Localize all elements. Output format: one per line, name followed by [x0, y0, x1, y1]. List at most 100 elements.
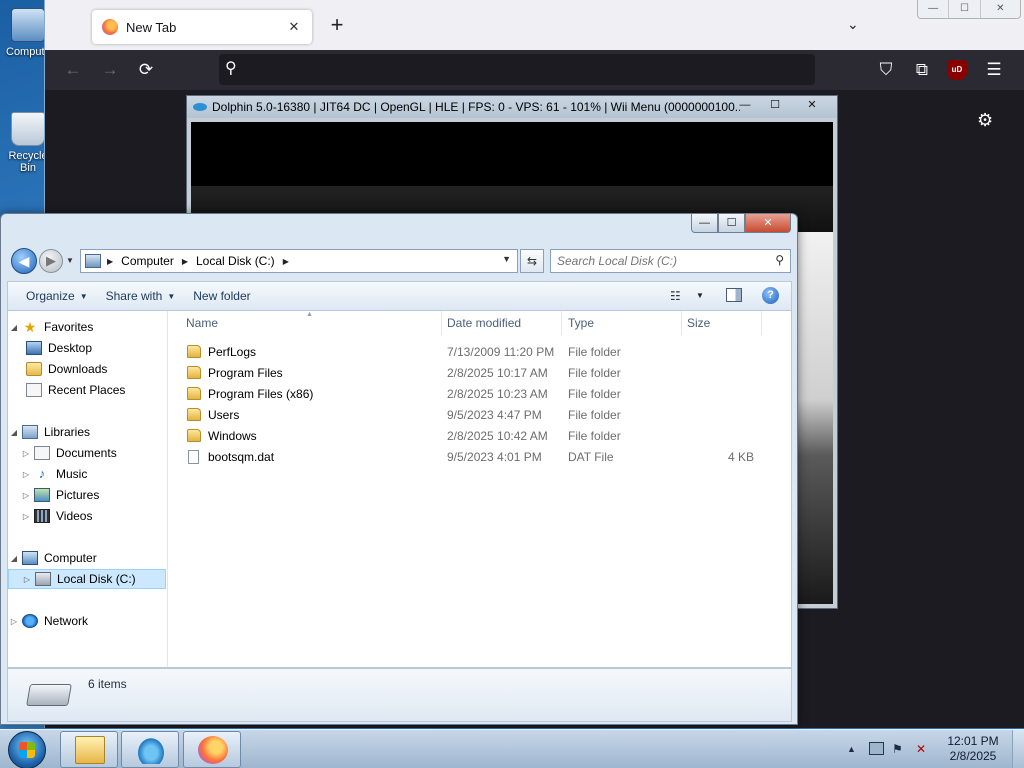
nav-desktop[interactable]: Desktop [8, 338, 166, 358]
file-list[interactable]: ▲ Name Date modified Type Size PerfLogs … [168, 311, 791, 667]
column-divider[interactable] [761, 311, 762, 335]
back-arrow-icon[interactable]: ← [61, 59, 85, 81]
close-button[interactable]: ✕ [790, 97, 834, 114]
expanded-arrow-icon[interactable]: ◢ [8, 323, 20, 332]
column-divider[interactable] [681, 311, 682, 335]
search-box[interactable]: ⚲ [550, 249, 791, 273]
start-button[interactable] [8, 731, 46, 768]
file-row[interactable]: PerfLogs 7/13/2009 11:20 PM File folder [182, 342, 782, 363]
breadcrumb-local-disk[interactable]: Local Disk (C:) [196, 254, 275, 268]
collapsed-arrow-icon[interactable]: ▷ [20, 449, 32, 458]
address-bar[interactable]: ▶ Computer ▶ Local Disk (C:) ▶ ▼ [80, 249, 518, 273]
breadcrumb-separator-icon[interactable]: ▶ [283, 257, 289, 266]
forward-button[interactable]: ▶ [39, 249, 63, 273]
new-tab-button[interactable]: + [325, 14, 349, 38]
nav-music[interactable]: ▷ ♪ Music [8, 464, 166, 484]
collapsed-arrow-icon[interactable]: ▷ [20, 512, 32, 521]
taskbar-dolphin-button[interactable] [121, 731, 179, 768]
help-icon[interactable]: ? [762, 287, 779, 304]
nav-videos[interactable]: ▷ Videos [8, 506, 166, 526]
nav-local-disk-c[interactable]: ▷ Local Disk (C:) [8, 569, 166, 589]
column-header-size[interactable]: Size [687, 316, 710, 330]
file-date: 2/8/2025 10:23 AM [447, 387, 548, 401]
nav-favorites[interactable]: ◢ ★ Favorites [8, 317, 166, 337]
navigation-pane[interactable]: ◢ ★ Favorites Desktop Downloads Recent P… [8, 311, 168, 667]
file-type: File folder [568, 387, 621, 401]
file-row[interactable]: Program Files 2/8/2025 10:17 AM File fol… [182, 363, 782, 384]
volume-muted-icon[interactable]: ✕ [916, 742, 926, 756]
change-view-icon[interactable]: ☷ [670, 289, 681, 303]
clock-time: 12:01 PM [947, 734, 999, 748]
expanded-arrow-icon[interactable]: ◢ [8, 554, 20, 563]
clock[interactable]: 12:01 PM 2/8/2025 [944, 734, 1002, 764]
local-disk-icon [35, 572, 51, 586]
chevron-down-icon[interactable]: ▼ [696, 291, 704, 300]
nav-computer[interactable]: ◢ Computer [8, 548, 166, 568]
address-dropdown-icon[interactable]: ▼ [502, 254, 511, 264]
breadcrumb-computer[interactable]: Computer [121, 254, 174, 268]
minimize-button[interactable]: — [730, 97, 760, 114]
file-row[interactable]: Users 9/5/2023 4:47 PM File folder [182, 405, 782, 426]
nav-documents[interactable]: ▷ Documents [8, 443, 166, 463]
organize-label: Organize [26, 289, 75, 303]
maximize-button[interactable]: ☐ [760, 97, 790, 114]
folder-icon [187, 366, 201, 379]
column-header-name[interactable]: Name [186, 316, 218, 330]
collapsed-arrow-icon[interactable]: ▷ [20, 470, 32, 479]
column-header-date-modified[interactable]: Date modified [447, 316, 521, 330]
tab-new-tab[interactable]: New Tab ✕ [92, 10, 312, 44]
action-center-flag-icon[interactable]: ⚑ [892, 742, 903, 756]
show-desktop-button[interactable] [1012, 730, 1024, 768]
extensions-icon[interactable]: ⧉ [910, 59, 934, 81]
reload-icon[interactable]: ⟳ [134, 59, 158, 81]
nav-recent-places[interactable]: Recent Places [8, 380, 166, 400]
search-input[interactable] [557, 253, 767, 269]
column-divider[interactable] [441, 311, 442, 335]
taskbar-firefox-button[interactable] [183, 731, 241, 768]
maximize-button[interactable]: ☐ [718, 214, 745, 233]
share-with-button[interactable]: Share with ▼ [106, 289, 176, 303]
url-bar[interactable]: ⚲ [219, 54, 815, 85]
nav-pictures[interactable]: ▷ Pictures [8, 485, 166, 505]
file-row[interactable]: Program Files (x86) 2/8/2025 10:23 AM Fi… [182, 384, 782, 405]
url-input[interactable] [253, 59, 803, 80]
file-row[interactable]: bootsqm.dat 9/5/2023 4:01 PM DAT File 4 … [182, 447, 782, 468]
minimize-button[interactable]: — [691, 214, 718, 233]
column-divider[interactable] [561, 311, 562, 335]
nav-downloads[interactable]: Downloads [8, 359, 166, 379]
new-folder-button[interactable]: New folder [193, 289, 250, 303]
expanded-arrow-icon[interactable]: ◢ [8, 428, 20, 437]
preview-pane-icon[interactable] [726, 288, 742, 302]
forward-arrow-icon[interactable]: → [98, 59, 122, 81]
close-button[interactable]: ✕ [745, 214, 791, 233]
file-row[interactable]: Windows 2/8/2025 10:42 AM File folder [182, 426, 782, 447]
collapsed-arrow-icon[interactable]: ▷ [21, 575, 33, 584]
column-header-type[interactable]: Type [568, 316, 594, 330]
ublock-origin-icon[interactable]: uD [947, 60, 967, 80]
organize-button[interactable]: Organize ▼ [26, 289, 88, 303]
taskbar-explorer-button[interactable] [60, 731, 118, 768]
documents-icon [34, 446, 50, 460]
explorer-window: — ☐ ✕ ◀ ▶ ▼ ▶ Computer ▶ Local Disk (C:)… [0, 213, 798, 725]
pocket-icon[interactable]: ⛉ [874, 59, 898, 81]
refresh-icon[interactable]: ⇆ [520, 249, 544, 273]
hamburger-menu-icon[interactable]: ☰ [982, 59, 1006, 81]
maximize-button[interactable]: ☐ [949, 0, 981, 18]
search-icon[interactable]: ⚲ [775, 253, 784, 267]
list-all-tabs-icon[interactable]: ⌄ [847, 16, 859, 33]
recent-pages-dropdown-icon[interactable]: ▼ [66, 256, 74, 265]
network-icon[interactable] [869, 742, 884, 755]
nav-libraries[interactable]: ◢ Libraries [8, 422, 166, 442]
show-hidden-icons-icon[interactable]: ▲ [847, 744, 856, 754]
breadcrumb-separator-icon[interactable]: ▶ [107, 257, 113, 266]
breadcrumb-separator-icon[interactable]: ▶ [182, 257, 188, 266]
collapsed-arrow-icon[interactable]: ▷ [20, 491, 32, 500]
newtab-settings-gear-icon[interactable]: ⚙ [977, 110, 993, 131]
nav-network[interactable]: ▷ Network [8, 611, 166, 631]
back-button[interactable]: ◀ [11, 248, 37, 274]
close-button[interactable]: ✕ [981, 0, 1020, 18]
tab-close-icon[interactable]: ✕ [286, 19, 302, 35]
nav-label: Desktop [48, 341, 93, 355]
collapsed-arrow-icon[interactable]: ▷ [8, 617, 20, 626]
minimize-button[interactable]: — [918, 0, 950, 18]
